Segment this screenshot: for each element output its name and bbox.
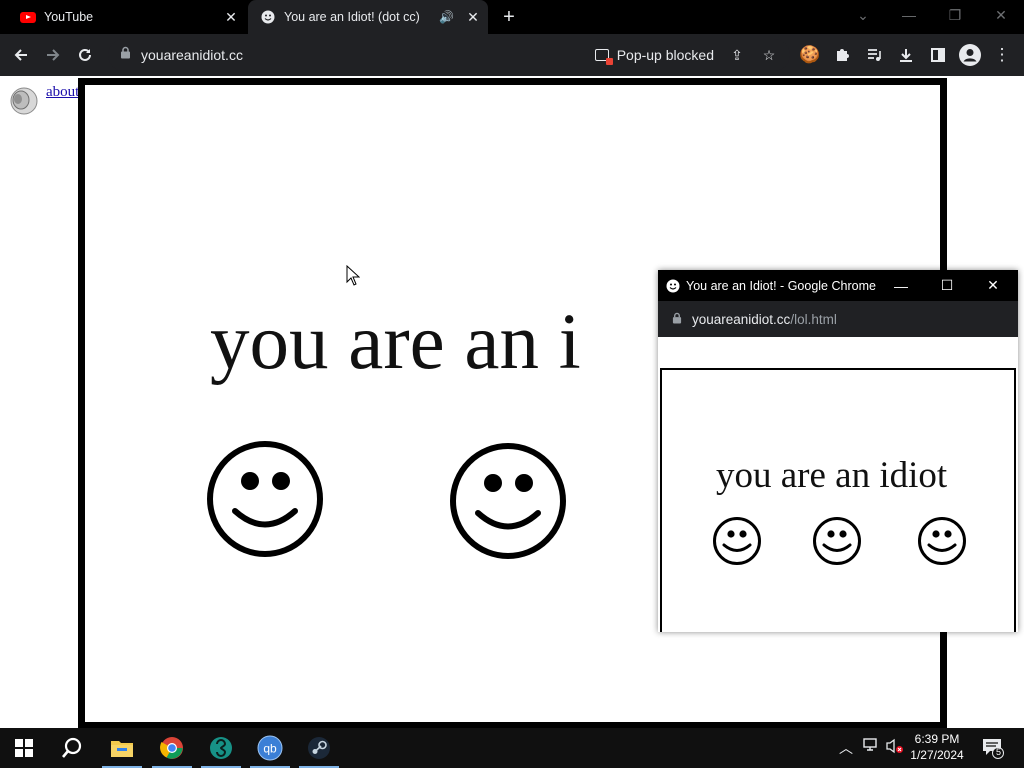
notification-center-icon[interactable]: 5 <box>982 737 1004 759</box>
qbittorrent-label: qb <box>263 742 277 756</box>
clock-time: 6:39 PM <box>914 732 960 746</box>
profile-avatar-icon[interactable] <box>957 42 983 68</box>
back-button[interactable] <box>8 42 34 68</box>
speaker-icon[interactable] <box>8 84 40 116</box>
smiley-face-icon <box>813 517 861 565</box>
downloads-icon[interactable] <box>893 42 919 68</box>
address-bar[interactable]: youareanidiot.cc Pop-up blocked ⇪ ☆ <box>108 39 790 71</box>
about-link[interactable]: about <box>46 84 79 100</box>
forward-button[interactable] <box>40 42 66 68</box>
address-text[interactable]: youareanidiot.cc <box>141 47 243 63</box>
smiley-icon <box>260 9 276 25</box>
notification-count: 5 <box>995 747 1001 757</box>
side-panel-icon[interactable] <box>925 42 951 68</box>
search-icon[interactable] <box>48 728 96 768</box>
share-icon[interactable]: ⇪ <box>728 46 746 64</box>
popup-blocked-label: Pop-up blocked <box>616 47 714 63</box>
popup-blocked-indicator[interactable]: Pop-up blocked <box>594 39 714 71</box>
audio-playing-icon[interactable]: 🔊 <box>439 10 454 24</box>
popup-address-bar[interactable]: youareanidiot.cc/lol.html <box>658 301 1018 337</box>
new-tab-button[interactable]: + <box>498 6 520 28</box>
windows-logo-icon <box>15 739 33 757</box>
file-explorer-icon[interactable] <box>98 728 146 768</box>
qbittorrent-icon[interactable]: qb <box>246 728 294 768</box>
chrome-icon[interactable] <box>148 728 196 768</box>
start-button[interactable] <box>0 728 48 768</box>
smiley-face-icon <box>450 443 566 559</box>
bookmark-star-icon[interactable]: ☆ <box>760 46 778 64</box>
tab-title: You are an Idiot! (dot cc) <box>284 10 420 24</box>
windows-taskbar: qb ︿ 6:39 PM 1/27/2024 5 <box>0 728 1024 768</box>
popup-url-path: /lol.html <box>790 311 837 327</box>
media-control-icon[interactable] <box>861 42 887 68</box>
cookie-extension-icon[interactable]: 🍪 <box>797 42 823 68</box>
tab-you-are-an-idiot[interactable]: You are an Idiot! (dot cc) 🔊 ✕ <box>248 0 488 34</box>
popup-headline: you are an idiot <box>716 455 948 496</box>
lock-icon <box>672 312 682 327</box>
tab-title: YouTube <box>44 10 94 24</box>
close-window-button[interactable]: ✕ <box>978 0 1024 30</box>
tab-youtube[interactable]: YouTube ✕ <box>8 0 246 34</box>
smiley-icon <box>666 279 680 293</box>
popup-blocked-icon <box>594 49 613 65</box>
network-icon[interactable] <box>863 738 879 755</box>
menu-kebab-icon[interactable]: ⋮ <box>989 42 1015 68</box>
extensions-puzzle-icon[interactable] <box>829 42 855 68</box>
popup-page-frame: you are an idiot <box>660 368 1016 632</box>
popup-titlebar[interactable]: You are an Idiot! - Google Chrome — ☐ ✕ <box>658 270 1018 301</box>
smiley-face-icon <box>918 517 966 565</box>
popup-window[interactable]: You are an Idiot! - Google Chrome — ☐ ✕ … <box>658 270 1018 632</box>
smiley-face-icon <box>207 441 323 557</box>
tab-strip: YouTube ✕ You are an Idiot! (dot cc) 🔊 ✕… <box>0 0 1024 34</box>
popup-maximize-button[interactable]: ☐ <box>924 270 970 301</box>
smiley-face-icon <box>713 517 761 565</box>
steam-icon[interactable] <box>295 728 343 768</box>
close-tab-icon[interactable]: ✕ <box>464 8 482 26</box>
popup-close-button[interactable]: ✕ <box>970 270 1016 301</box>
clock[interactable]: 6:39 PM 1/27/2024 <box>900 731 974 763</box>
tab-search-icon[interactable]: ⌄ <box>840 0 886 30</box>
page-headline: you are an i <box>210 299 581 386</box>
youtube-icon <box>20 9 36 25</box>
close-tab-icon[interactable]: ✕ <box>222 8 240 26</box>
popup-minimize-button[interactable]: — <box>878 270 924 301</box>
restore-button[interactable]: ❐ <box>932 0 978 30</box>
popup-title: You are an Idiot! - Google Chrome <box>686 278 876 293</box>
popup-url-host: youareanidiot.cc <box>692 311 791 327</box>
show-hidden-icons-chevron-icon[interactable]: ︿ <box>839 738 853 758</box>
clock-date: 1/27/2024 <box>910 748 964 762</box>
lock-icon[interactable] <box>120 46 131 64</box>
mouse-cursor-icon <box>346 265 360 286</box>
gitkraken-icon[interactable] <box>197 728 245 768</box>
reload-button[interactable] <box>72 42 98 68</box>
minimize-button[interactable]: — <box>886 0 932 30</box>
browser-toolbar: youareanidiot.cc Pop-up blocked ⇪ ☆ 🍪 ⋮ <box>0 34 1024 76</box>
